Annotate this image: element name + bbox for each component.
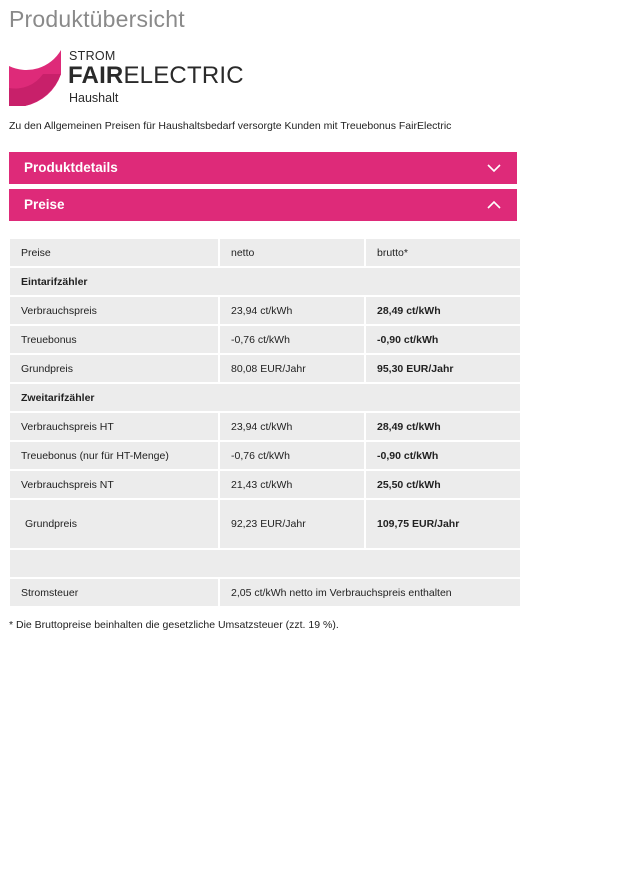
brutto-value: -0,90 ct/kWh	[366, 326, 520, 353]
section-row-zweitarif: Zweitarifzähler	[10, 384, 520, 411]
produktdetails-accordion[interactable]: Produktdetails	[9, 152, 517, 184]
price-table: Preise netto brutto* Eintarifzähler Verb…	[8, 237, 522, 608]
header-cell-brutto: brutto*	[366, 239, 520, 266]
footnote: * Die Bruttopreise beinhalten die gesetz…	[9, 619, 339, 631]
logo-strom-text: STROM	[69, 49, 116, 63]
intro-text: Zu den Allgemeinen Preisen für Haushalts…	[9, 120, 452, 132]
row-label: Grundpreis	[10, 500, 218, 548]
table-row: Verbrauchspreis NT 21,43 ct/kWh 25,50 ct…	[10, 471, 520, 498]
brutto-value: 28,49 ct/kWh	[366, 297, 520, 324]
logo-haushalt-text: Haushalt	[69, 91, 119, 105]
logo-brand-bold: FAIR	[68, 62, 124, 89]
brutto-value: 109,75 EUR/Jahr	[366, 500, 520, 548]
fairelectric-logo: STROM FAIRELECTRIC Haushalt	[9, 48, 249, 108]
section-label: Zweitarifzähler	[10, 384, 520, 411]
table-row: Verbrauchspreis HT 23,94 ct/kWh 28,49 ct…	[10, 413, 520, 440]
chevron-down-icon	[487, 164, 501, 173]
logo-brand-text: FAIRELECTRIC	[68, 62, 244, 90]
brutto-value: 25,50 ct/kWh	[366, 471, 520, 498]
table-row: Grundpreis 80,08 EUR/Jahr 95,30 EUR/Jahr	[10, 355, 520, 382]
netto-value: -0,76 ct/kWh	[220, 442, 364, 469]
spacer-row	[10, 550, 520, 577]
produktdetails-label: Produktdetails	[24, 160, 118, 175]
table-header-row: Preise netto brutto*	[10, 239, 520, 266]
tax-label: Stromsteuer	[10, 579, 218, 606]
netto-value: 21,43 ct/kWh	[220, 471, 364, 498]
preise-label: Preise	[24, 197, 65, 212]
logo-arc-icon	[9, 50, 61, 106]
spacer-cell	[10, 550, 520, 577]
row-label: Grundpreis	[10, 355, 218, 382]
table-row: Treuebonus (nur für HT-Menge) -0,76 ct/k…	[10, 442, 520, 469]
logo-brand-regular: ELECTRIC	[123, 62, 244, 89]
row-label: Verbrauchspreis NT	[10, 471, 218, 498]
table-row: Grundpreis 92,23 EUR/Jahr 109,75 EUR/Jah…	[10, 500, 520, 548]
preise-accordion[interactable]: Preise	[9, 189, 517, 221]
table-row: Treuebonus -0,76 ct/kWh -0,90 ct/kWh	[10, 326, 520, 353]
brutto-value: -0,90 ct/kWh	[366, 442, 520, 469]
tax-row: Stromsteuer 2,05 ct/kWh netto im Verbrau…	[10, 579, 520, 606]
netto-value: 23,94 ct/kWh	[220, 413, 364, 440]
header-cell-netto: netto	[220, 239, 364, 266]
tax-value: 2,05 ct/kWh netto im Verbrauchspreis ent…	[220, 579, 520, 606]
netto-value: 23,94 ct/kWh	[220, 297, 364, 324]
row-label: Verbrauchspreis	[10, 297, 218, 324]
table-row: Verbrauchspreis 23,94 ct/kWh 28,49 ct/kW…	[10, 297, 520, 324]
brutto-value: 28,49 ct/kWh	[366, 413, 520, 440]
netto-value: 80,08 EUR/Jahr	[220, 355, 364, 382]
page-title: Produktübersicht	[9, 6, 185, 32]
netto-value: 92,23 EUR/Jahr	[220, 500, 364, 548]
header-cell-preise: Preise	[10, 239, 218, 266]
row-label: Treuebonus	[10, 326, 218, 353]
brutto-value: 95,30 EUR/Jahr	[366, 355, 520, 382]
section-label: Eintarifzähler	[10, 268, 520, 295]
row-label: Verbrauchspreis HT	[10, 413, 218, 440]
section-row-eintarif: Eintarifzähler	[10, 268, 520, 295]
netto-value: -0,76 ct/kWh	[220, 326, 364, 353]
chevron-up-icon	[487, 200, 501, 209]
row-label: Treuebonus (nur für HT-Menge)	[10, 442, 218, 469]
